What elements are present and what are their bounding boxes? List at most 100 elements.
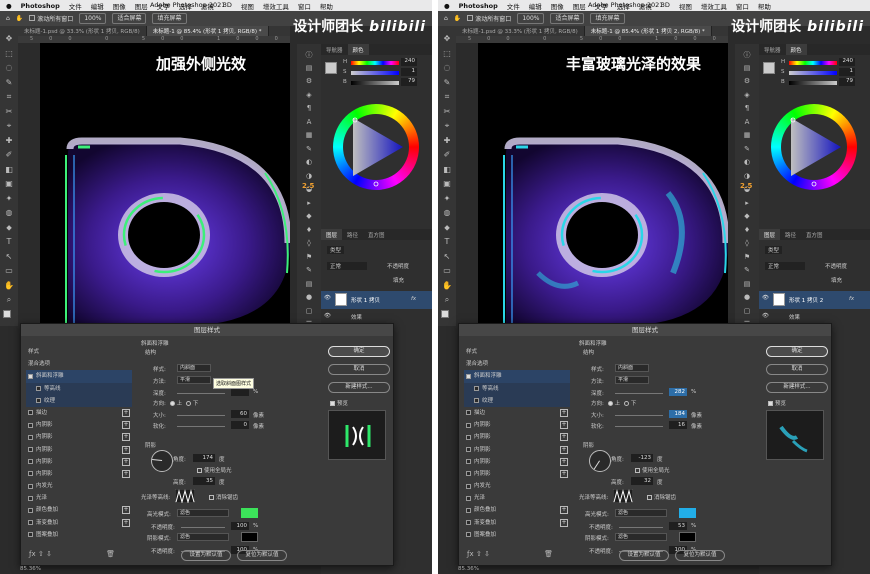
layer-effects-row[interactable]: 👁 效果 xyxy=(759,310,870,324)
cancel-button[interactable]: 取消 xyxy=(766,364,828,375)
style-checkbox[interactable] xyxy=(474,398,479,404)
style-list-item[interactable]: 内阴影 + xyxy=(26,456,132,468)
style-checkbox[interactable] xyxy=(466,532,471,538)
panel-icon[interactable]: ◈ xyxy=(742,91,752,101)
new-style-button[interactable]: 新建样式... xyxy=(328,382,390,393)
tool-icon[interactable]: ⌖ xyxy=(4,121,14,131)
panel-icon[interactable]: ▢ xyxy=(304,307,314,317)
style-list-item[interactable]: 光泽 xyxy=(464,492,570,504)
gloss-contour-icon[interactable] xyxy=(613,489,633,503)
move-down-icon[interactable]: ⇩ xyxy=(484,550,490,558)
soften-input[interactable]: 16 xyxy=(669,421,687,429)
style-checkbox[interactable] xyxy=(466,520,471,526)
tool-icon[interactable]: ✚ xyxy=(4,136,14,146)
panel-icon[interactable]: ▸ xyxy=(304,199,314,209)
add-style-icon[interactable]: + xyxy=(560,518,568,527)
fx-icon[interactable]: ƒx xyxy=(29,550,36,558)
fx-icon[interactable]: ƒx xyxy=(467,550,474,558)
style-list-item[interactable]: 内阴影 + xyxy=(26,419,132,431)
panel-icon[interactable]: ◐ xyxy=(742,158,752,168)
preview-checkbox[interactable]: 预览 xyxy=(766,399,786,407)
panel-icon[interactable]: ¶ xyxy=(304,104,314,114)
tab-layers[interactable]: 图层 xyxy=(759,229,781,240)
style-list-item[interactable]: 光泽 xyxy=(26,492,132,504)
set-default-button[interactable]: 设置为默认值 xyxy=(619,550,669,561)
antialias-checkbox[interactable]: 消除锯齿 xyxy=(645,493,676,501)
highlight-mode-select[interactable]: 滤色 xyxy=(615,509,667,517)
menu-item[interactable]: 帮助 xyxy=(758,1,771,11)
panel-icon[interactable]: ¶ xyxy=(742,104,752,114)
tool-icon[interactable]: T xyxy=(4,237,14,247)
size-input[interactable]: 60 xyxy=(231,410,249,418)
direction-down-radio[interactable] xyxy=(623,401,629,406)
size-slider[interactable] xyxy=(615,415,663,416)
style-list-item[interactable]: 颜色叠加 + xyxy=(26,504,132,516)
app-menu[interactable]: Photoshop xyxy=(459,2,498,10)
highlight-opacity-slider[interactable] xyxy=(619,527,663,528)
soften-input[interactable]: 0 xyxy=(231,421,249,429)
style-checkbox[interactable] xyxy=(28,495,33,501)
menu-item[interactable]: 视图 xyxy=(679,1,692,11)
saturation-slider[interactable] xyxy=(789,71,837,75)
tool-icon[interactable]: ⌕ xyxy=(442,295,452,305)
fx-badge[interactable]: fx xyxy=(411,296,416,302)
style-checkbox[interactable] xyxy=(466,471,471,477)
style-list-item[interactable]: 渐变叠加 + xyxy=(464,517,570,529)
add-style-icon[interactable]: + xyxy=(560,408,568,417)
tool-icon[interactable]: ⌕ xyxy=(4,295,14,305)
direction-down-radio[interactable] xyxy=(185,401,191,406)
panel-icon[interactable]: ▦ xyxy=(304,131,314,141)
tool-icon[interactable]: ✦ xyxy=(4,194,14,204)
tool-icon[interactable]: ✋ xyxy=(442,281,452,291)
style-list-item[interactable]: 纹理 xyxy=(26,394,132,407)
style-list-item[interactable]: 描边 + xyxy=(26,407,132,419)
style-list-item[interactable]: 图案叠加 xyxy=(464,529,570,541)
style-checkbox[interactable] xyxy=(28,410,33,416)
style-list-item[interactable]: 内发光 xyxy=(26,480,132,492)
style-list-item[interactable]: 描边 + xyxy=(464,407,570,419)
direction-up-radio[interactable] xyxy=(607,401,613,406)
panel-icon[interactable]: ▤ xyxy=(304,280,314,290)
app-menu[interactable]: Photoshop xyxy=(21,2,60,10)
blend-options-item[interactable]: 混合选项 xyxy=(464,358,570,370)
angle-dial[interactable] xyxy=(151,450,173,472)
style-list-item[interactable]: 内阴影 + xyxy=(464,431,570,443)
depth-input[interactable]: 282 xyxy=(669,388,687,396)
tool-icon[interactable]: ✋ xyxy=(4,281,14,291)
style-checkbox[interactable] xyxy=(466,483,471,489)
zoom-100-button[interactable]: 100% xyxy=(517,13,545,24)
menu-item[interactable]: 文件 xyxy=(507,1,520,11)
fx-badge[interactable]: fx xyxy=(849,296,854,302)
tool-icon[interactable]: ✎ xyxy=(4,78,14,88)
tool-icon[interactable]: ◌ xyxy=(442,63,452,73)
style-list-item[interactable]: 内阴影 + xyxy=(464,419,570,431)
panel-icon[interactable]: ✎ xyxy=(742,266,752,276)
style-checkbox[interactable] xyxy=(466,422,471,428)
add-style-icon[interactable]: + xyxy=(560,457,568,466)
style-checkbox[interactable] xyxy=(28,532,33,538)
panel-icon[interactable]: ◐ xyxy=(304,158,314,168)
panel-icon[interactable]: ◊ xyxy=(742,239,752,249)
style-checkbox[interactable] xyxy=(28,471,33,477)
brightness-slider[interactable] xyxy=(351,81,399,85)
trash-icon[interactable]: 🗑 xyxy=(106,550,115,558)
style-checkbox[interactable] xyxy=(466,447,471,452)
angle-input[interactable]: -123 xyxy=(631,454,653,462)
style-checkbox[interactable] xyxy=(28,483,33,489)
style-list-item[interactable]: 等高线 xyxy=(464,382,570,395)
style-checkbox[interactable] xyxy=(466,410,471,416)
layer-effects-row[interactable]: 👁 效果 xyxy=(321,310,432,324)
menu-item[interactable]: 图层 xyxy=(135,1,148,11)
set-default-button[interactable]: 设置为默认值 xyxy=(181,550,231,561)
highlight-color-swatch[interactable] xyxy=(241,508,258,518)
style-list-item[interactable]: 内发光 xyxy=(464,480,570,492)
style-checkbox[interactable] xyxy=(28,507,33,513)
hand-tool-icon[interactable]: ✋ xyxy=(16,15,23,22)
angle-input[interactable]: 174 xyxy=(193,454,215,462)
panel-icon[interactable]: ⚑ xyxy=(304,253,314,263)
scroll-all-checkbox[interactable]: 滚动所有窗口 xyxy=(29,14,73,23)
style-list-item[interactable]: 等高线 xyxy=(26,382,132,395)
tool-icon[interactable]: ⌗ xyxy=(442,92,452,102)
tool-icon[interactable]: ⬚ xyxy=(442,49,452,59)
brightness-value[interactable]: 79 xyxy=(839,78,855,86)
